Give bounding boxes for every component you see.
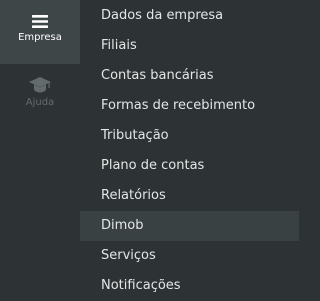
sidebar-item-empresa[interactable]: Empresa [0,0,80,64]
menu-item-contas-bancarias[interactable]: Contas bancárias [80,61,299,91]
menu-item-tributacao[interactable]: Tributação [80,121,299,151]
sidebar-item-ajuda[interactable]: Ajuda [0,64,80,124]
menu-item-servicos[interactable]: Serviços [80,241,299,271]
menu-item-filiais[interactable]: Filiais [80,31,299,61]
menu-item-dados-da-empresa[interactable]: Dados da empresa [80,1,299,31]
menu-item-plano-de-contas[interactable]: Plano de contas [80,151,299,181]
sidebar: Empresa Ajuda [0,0,80,297]
sidebar-item-label: Ajuda [25,97,55,108]
submenu-list: Dados da empresa Filiais Contas bancária… [80,0,299,297]
hamburger-menu-icon [32,15,48,28]
menu-item-dimob[interactable]: Dimob [80,211,299,241]
graduation-cap-icon [29,77,51,93]
menu-item-relatorios[interactable]: Relatórios [80,181,299,211]
sidebar-item-label: Empresa [18,32,62,43]
menu-item-formas-de-recebimento[interactable]: Formas de recebimento [80,91,299,121]
